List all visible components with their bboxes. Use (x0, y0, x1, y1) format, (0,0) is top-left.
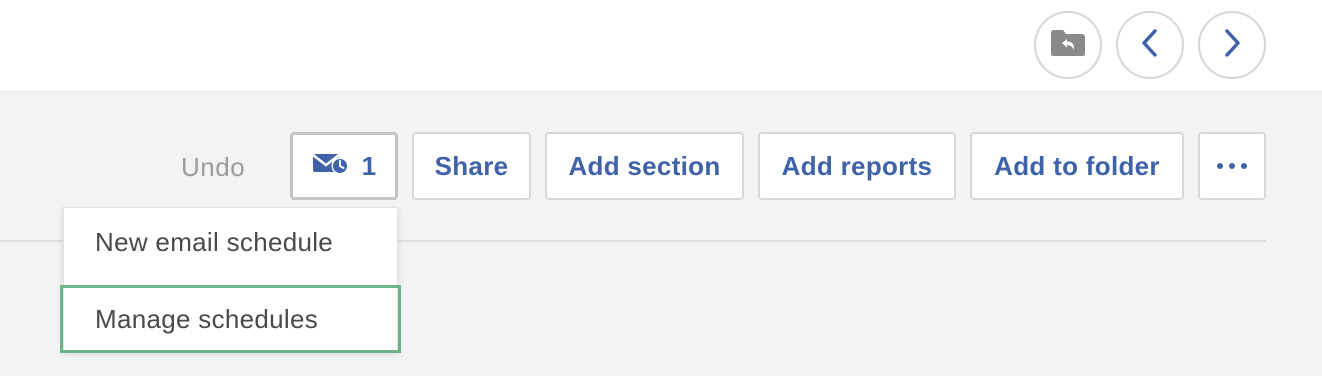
email-schedule-button[interactable]: 1 (290, 132, 398, 200)
menu-item-new-email-schedule[interactable]: New email schedule (64, 208, 397, 276)
chevron-left-icon (1140, 28, 1160, 63)
menu-item-manage-schedules[interactable]: Manage schedules (60, 285, 401, 353)
folder-back-icon (1050, 29, 1086, 62)
schedule-dropdown-menu: New email schedule Manage schedules (60, 207, 401, 353)
next-button[interactable] (1198, 11, 1266, 79)
share-button[interactable]: Share (412, 132, 531, 200)
chevron-right-icon (1222, 28, 1242, 63)
add-section-button[interactable]: Add section (545, 132, 744, 200)
top-bar (0, 0, 1322, 92)
add-reports-button[interactable]: Add reports (758, 132, 956, 200)
email-schedule-icon (311, 151, 350, 182)
schedule-count: 1 (361, 150, 377, 181)
more-dots-icon (1217, 163, 1247, 169)
back-to-folder-button[interactable] (1034, 11, 1102, 79)
dashboard-toolbar: Undo 1 Share Add section Add reports Add… (0, 132, 1322, 200)
add-to-folder-button[interactable]: Add to folder (970, 132, 1184, 200)
more-options-button[interactable] (1198, 132, 1266, 200)
previous-button[interactable] (1116, 11, 1184, 79)
undo-button[interactable]: Undo (181, 152, 245, 183)
